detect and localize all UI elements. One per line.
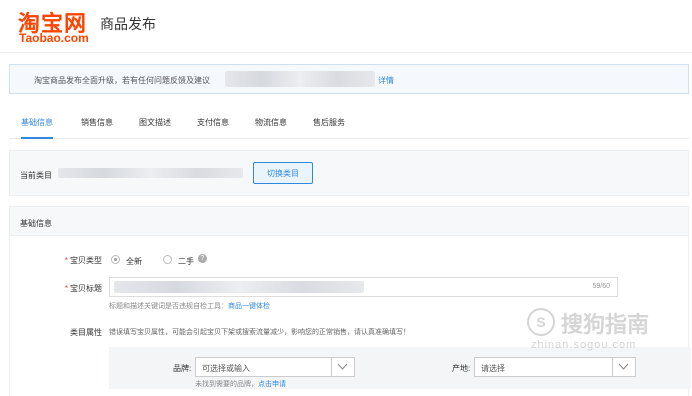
title-char-counter: 59/60 xyxy=(592,283,610,290)
help-icon[interactable]: ? xyxy=(198,254,207,263)
redacted-text xyxy=(225,71,375,87)
brand-hint: 未找到需要的品牌，点击申请 xyxy=(195,379,286,389)
watermark-text: 搜狗指南 xyxy=(561,313,650,338)
item-type-label-text: 宝贝类型 xyxy=(70,256,102,265)
attributes-warning: 错误填写宝贝属性，可能会引起宝贝下架或搜索流量减少，影响您的正常销售，请认真准确… xyxy=(109,329,410,336)
origin-label: 产地: xyxy=(452,364,471,373)
current-category-label: 当前类目 xyxy=(20,171,52,180)
tab-payment-info[interactable]: 支付信息 xyxy=(197,108,229,137)
item-type-label: * 宝贝类型 xyxy=(58,255,102,266)
announcement-bar: 淘宝商品发布全面升级，若有任何问题反馈及建议 详情 xyxy=(9,64,689,94)
item-title-input[interactable]: 59/60 xyxy=(109,277,618,297)
svg-text:S: S xyxy=(536,314,545,330)
title-hint-text: 标题和描述关键词是否违规自检工具： xyxy=(109,303,228,310)
title-hint: 标题和描述关键词是否违规自检工具：商品一键体检 xyxy=(109,301,270,311)
tab-after-sales[interactable]: 售后服务 xyxy=(313,108,345,137)
tab-description[interactable]: 图文描述 xyxy=(139,108,171,137)
redacted-category-path xyxy=(58,168,243,178)
tab-logistics-info[interactable]: 物流信息 xyxy=(255,108,287,137)
category-panel: 当前类目 切换类目 xyxy=(9,150,689,196)
product-check-link[interactable]: 商品一键体检 xyxy=(228,303,270,310)
radio-secondhand-label[interactable]: 二手 xyxy=(178,256,194,267)
radio-new[interactable] xyxy=(111,255,120,264)
basic-info-section-header: 基础信息 xyxy=(9,206,689,236)
brand-select[interactable]: 可选择或输入 xyxy=(195,357,355,377)
sogou-watermark: S 搜狗指南 zhinan.sogou.com xyxy=(519,305,691,375)
required-mark: * xyxy=(64,284,68,293)
attributes-label: 类目属性 xyxy=(70,328,102,337)
chevron-down-icon[interactable] xyxy=(331,358,354,376)
origin-select-placeholder: 请选择 xyxy=(481,364,505,373)
form-tabs: 基础信息 销售信息 图文描述 支付信息 物流信息 售后服务 xyxy=(9,108,689,139)
radio-new-label[interactable]: 全新 xyxy=(126,256,142,267)
watermark-domain: zhinan.sogou.com xyxy=(531,339,637,351)
brand-label: 品牌: xyxy=(173,364,192,373)
announcement-text: 淘宝商品发布全面升级，若有任何问题反馈及建议 xyxy=(34,76,210,85)
required-mark: * xyxy=(64,256,68,265)
section-title: 基础信息 xyxy=(20,219,52,228)
switch-category-button[interactable]: 切换类目 xyxy=(253,162,313,184)
item-title-label: * 宝贝标题 xyxy=(58,283,102,294)
item-title-label-text: 宝贝标题 xyxy=(70,284,102,293)
brand-hint-text: 未找到需要的品牌， xyxy=(195,381,258,388)
page-title: 商品发布 xyxy=(100,17,156,33)
taobao-logo-domain: Taobao.com xyxy=(19,31,89,45)
apply-brand-link[interactable]: 点击申请 xyxy=(258,381,286,388)
tab-basic-info[interactable]: 基础信息 xyxy=(21,108,53,139)
tab-sales-info[interactable]: 销售信息 xyxy=(81,108,113,137)
announcement-details-link[interactable]: 详情 xyxy=(378,75,394,86)
redacted-title-text xyxy=(114,281,364,293)
radio-secondhand[interactable] xyxy=(163,255,172,264)
header: 淘宝网 Taobao.com 商品发布 xyxy=(0,0,692,53)
brand-select-placeholder: 可选择或输入 xyxy=(202,364,250,373)
